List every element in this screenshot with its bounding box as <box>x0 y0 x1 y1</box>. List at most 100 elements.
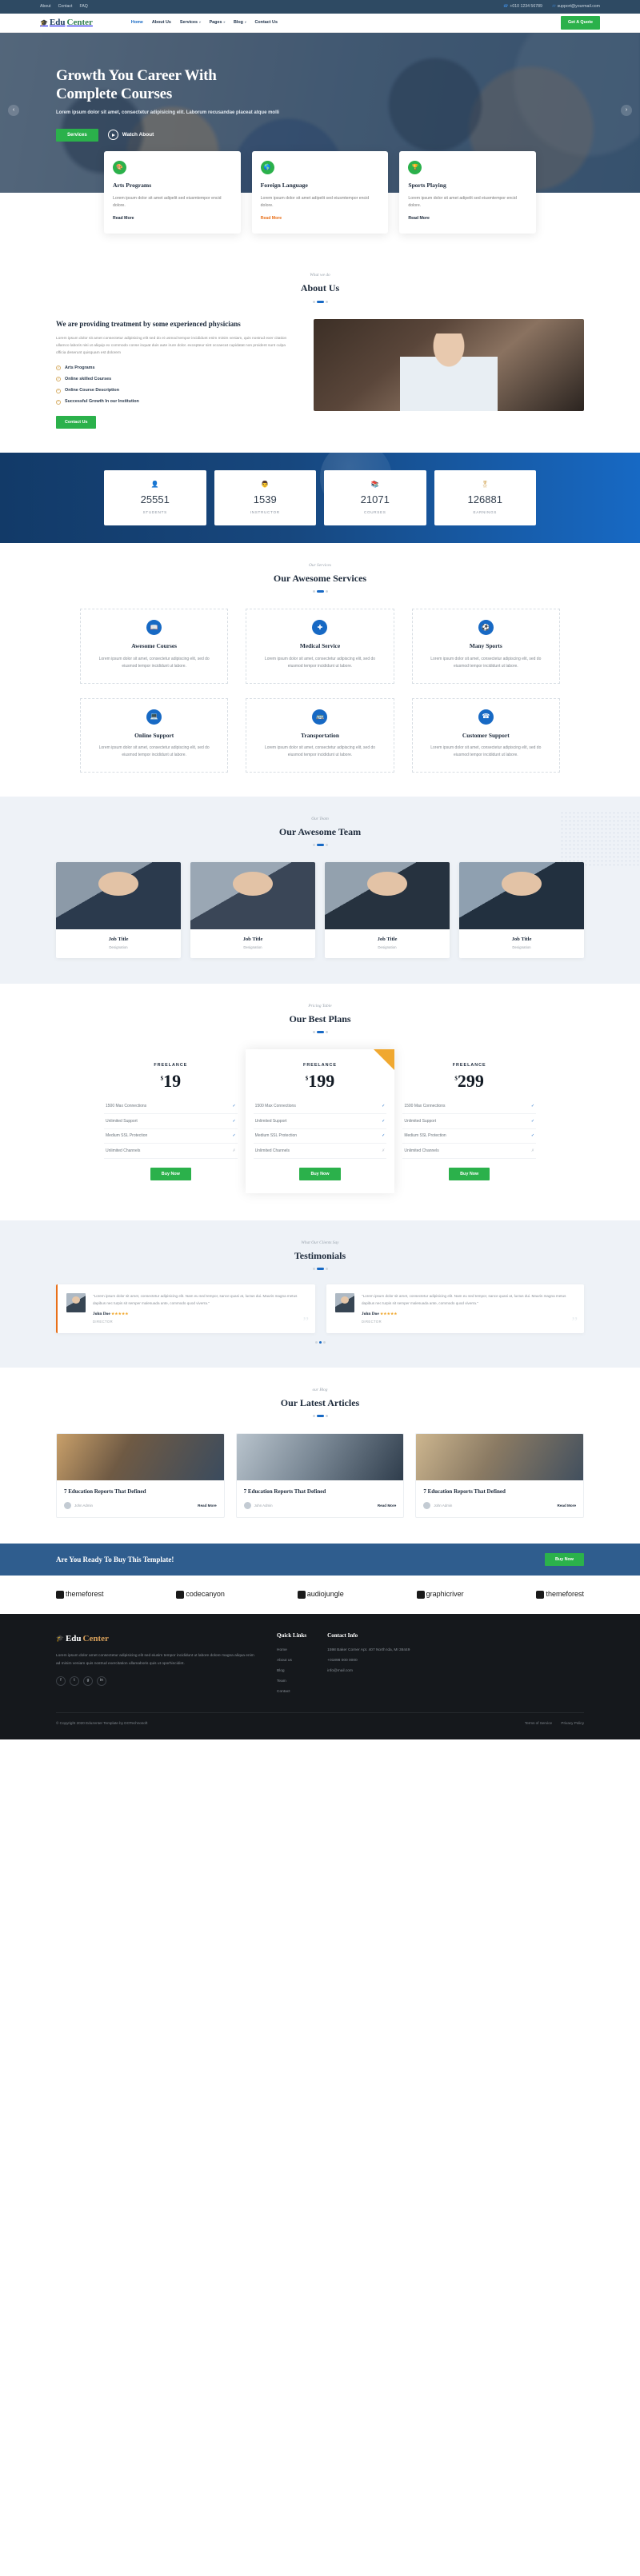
topbar-links: About Contact FAQ <box>40 3 88 10</box>
topbar-link-faq[interactable]: FAQ <box>79 3 87 10</box>
counter-item: 📚 21071 COURSES <box>324 470 426 525</box>
plan-feature-list: 1500 Max Connections ✓ Unlimited Support ✓… <box>104 1100 238 1159</box>
service-card[interactable]: 📖 Awesome Courses Lorem ipsum dolor sit … <box>80 609 229 684</box>
nav-item-services[interactable]: Services ▾ <box>180 19 201 26</box>
team-member-card[interactable]: Job Title Designation <box>190 862 315 958</box>
service-title: Online Support <box>134 731 174 739</box>
hero-next-button[interactable]: › <box>621 105 632 116</box>
brand-logo-codecanyon[interactable]: codecanyon <box>176 1588 225 1600</box>
site-footer: 🎓 Edu Center Lorem ipsum dolor amet conse… <box>0 1613 640 1740</box>
nav-item-blog[interactable]: Blog ▾ <box>234 19 246 26</box>
topbar-link-contact[interactable]: Contact <box>58 3 73 10</box>
pricing-plan-card[interactable]: FREELANCE $299 1500 Max Connections ✓ Unl… <box>394 1049 545 1193</box>
hero-services-button[interactable]: Services <box>56 128 98 142</box>
feature-card[interactable]: 🎨 Arts Programs Lorem ipsum dolor sit am… <box>104 151 241 234</box>
counter-item: 🎖 126881 EARNINGS <box>434 470 536 525</box>
nav-item-pages[interactable]: Pages ▾ <box>210 19 225 26</box>
pricing-plan-card[interactable]: FREELANCE $19 1500 Max Connections ✓ Unli… <box>96 1049 246 1193</box>
hero-watch-about-link[interactable]: Watch About <box>107 130 154 141</box>
footer-about-column: 🎓 Edu Center Lorem ipsum dolor amet conse… <box>56 1631 256 1700</box>
service-title: Many Sports <box>469 642 502 650</box>
rating-stars: ★★★★★ <box>380 1312 398 1316</box>
plan-buy-now-button[interactable]: Buy Now <box>150 1167 191 1180</box>
terms-of-service-link[interactable]: Terms of Service <box>525 1721 552 1725</box>
google-plus-icon[interactable]: g <box>83 1675 93 1686</box>
blog-post-card[interactable]: 7 Education Reports That Defined John Ad… <box>235 1433 405 1519</box>
pricing-heading-block: Pricing Table Our Best Plans <box>0 1003 640 1034</box>
service-text: Lorem ipsum dolor sit amet, consectetur … <box>98 657 210 669</box>
plan-buy-now-button[interactable]: Buy Now <box>299 1167 341 1180</box>
footer-link[interactable]: About us <box>277 1659 292 1663</box>
service-card[interactable]: ✚ Medical Service Lorem ipsum dolor sit … <box>246 609 394 684</box>
plan-feature: Unlimited Support ✓ <box>402 1114 537 1129</box>
footer-contact-address: 1598 Baker Corner Apt. 407 North Ida, MI… <box>327 1647 410 1652</box>
testimonial-name: John Doe ★★★★★ <box>93 1311 306 1318</box>
team-member-card[interactable]: Job Title Designation <box>459 862 584 958</box>
feature-read-more-link[interactable]: Read More <box>113 215 134 222</box>
cta-buy-now-button[interactable]: Buy Now <box>544 1553 584 1567</box>
topbar-link-about[interactable]: About <box>40 3 51 10</box>
footer-link-item: Team <box>277 1679 306 1685</box>
privacy-policy-link[interactable]: Privacy Policy <box>561 1721 584 1725</box>
blog-post-card[interactable]: 7 Education Reports That Defined John Ad… <box>415 1433 585 1519</box>
service-card[interactable]: ⚽ Many Sports Lorem ipsum dolor sit amet… <box>411 609 560 684</box>
brand-logo-themeforest-2[interactable]: themeforest <box>536 1588 584 1600</box>
team-member-card[interactable]: Job Title Designation <box>56 862 181 958</box>
plan-feature-text: 1500 Max Connections <box>106 1104 147 1109</box>
service-card[interactable]: 💻 Online Support Lorem ipsum dolor sit a… <box>80 697 229 773</box>
brand-logo-audiojungle[interactable]: audiojungle <box>297 1588 344 1600</box>
topbar-phone[interactable]: ☎ +010 1234 56789 <box>503 3 542 10</box>
nav-item-about-us[interactable]: About Us <box>152 19 171 26</box>
twitter-icon[interactable]: t <box>70 1675 79 1686</box>
testimonial-role: DIRECTOR <box>93 1319 113 1324</box>
brand-logo-graphicriver[interactable]: graphicriver <box>416 1588 464 1600</box>
chevron-down-icon: ▾ <box>198 20 201 25</box>
blog-read-more-link[interactable]: Read More <box>198 1503 217 1509</box>
blog-read-more-link[interactable]: Read More <box>558 1503 577 1509</box>
footer-link[interactable]: Home <box>277 1648 287 1652</box>
footer-contact-email[interactable]: info@mail.com <box>327 1668 410 1675</box>
footer-contact-phone[interactable]: +01898 000 0000 <box>327 1658 410 1664</box>
brand-logo-themeforest[interactable]: themeforest <box>56 1588 104 1600</box>
themeforest-icon <box>56 1591 64 1600</box>
testimonial-pagination-dots[interactable] <box>56 1340 584 1344</box>
site-logo[interactable]: 🎓 Edu Center <box>40 15 93 30</box>
nav-item-contact-us[interactable]: Contact Us <box>254 19 277 26</box>
heading-divider <box>56 1268 584 1271</box>
pricing-plan-card-featured[interactable]: FREELANCE $199 1500 Max Connections ✓ Unl… <box>245 1049 395 1193</box>
footer-link[interactable]: Contact <box>277 1690 290 1694</box>
service-card[interactable]: 🚌 Transportation Lorem ipsum dolor sit a… <box>246 697 394 773</box>
plan-feature: Medium SSL Protection ✓ <box>402 1129 537 1144</box>
feature-read-more-link[interactable]: Read More <box>408 215 430 222</box>
linkedin-icon[interactable]: in <box>97 1675 106 1686</box>
testimonial-quote: "Lorem ipsum dolor sit amet, consectetur… <box>93 1294 298 1305</box>
facebook-icon[interactable]: f <box>56 1675 66 1686</box>
plan-price: $299 <box>402 1071 536 1091</box>
plan-buy-now-button[interactable]: Buy Now <box>449 1167 490 1180</box>
blog-post-card[interactable]: 7 Education Reports That Defined John Ad… <box>56 1433 225 1519</box>
service-card[interactable]: ☎ Customer Support Lorem ipsum dolor sit… <box>411 697 560 773</box>
footer-link[interactable]: Team <box>277 1679 286 1683</box>
counter-value: 21071 <box>360 493 390 505</box>
footer-logo[interactable]: 🎓 Edu Center <box>56 1631 256 1647</box>
feature-read-more-link[interactable]: Read More <box>261 215 282 222</box>
pricing-title: Our Best Plans <box>289 1013 351 1025</box>
testimonials-subtitle: What Our Clients Say <box>301 1240 339 1245</box>
about-contact-us-button[interactable]: Contact Us <box>56 416 97 429</box>
blog-post-title: 7 Education Reports That Defined <box>423 1488 506 1496</box>
feature-card[interactable]: 🏆 Sports Playing Lorem ipsum dolor sit a… <box>399 151 537 234</box>
feature-card[interactable]: 🌎 Foreign Language Lorem ipsum dolor sit… <box>251 151 389 234</box>
team-member-card[interactable]: Job Title Designation <box>325 862 450 958</box>
get-a-quote-button[interactable]: Get A Quote <box>560 15 600 30</box>
footer-link[interactable]: Blog <box>277 1669 285 1673</box>
codecanyon-icon <box>176 1591 185 1600</box>
topbar-email[interactable]: ✉ support@yourmail.com <box>552 3 600 10</box>
hero-prev-button[interactable]: ‹ <box>8 105 19 116</box>
check-icon: ✓ <box>530 1133 535 1139</box>
nav-label: About Us <box>151 19 171 25</box>
check-icon: ✓ <box>232 1133 236 1139</box>
blog-read-more-link[interactable]: Read More <box>378 1503 397 1509</box>
nav-item-home[interactable]: Home <box>131 19 143 26</box>
heading-divider <box>0 590 640 593</box>
footer-link-item: Home <box>277 1647 306 1654</box>
